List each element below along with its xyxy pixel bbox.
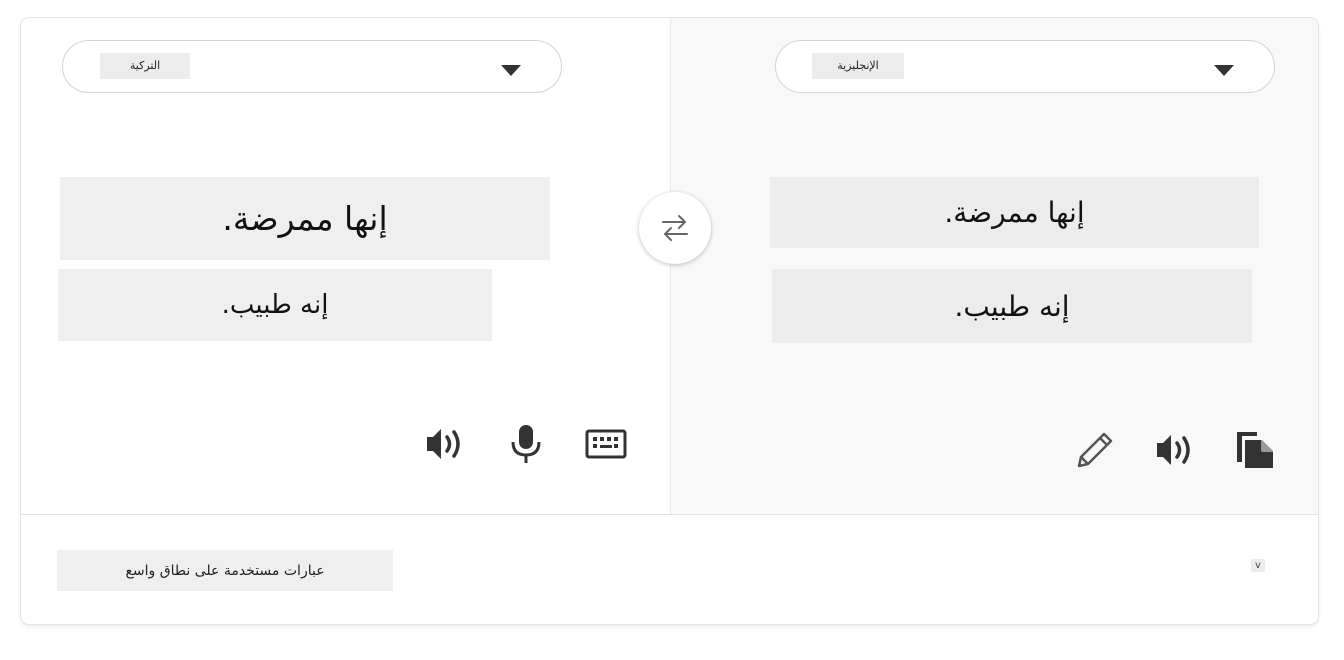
- keyboard-button[interactable]: [584, 422, 628, 466]
- target-text-line-2: إنه طبيب.: [772, 269, 1252, 343]
- swap-languages-button[interactable]: [639, 192, 711, 264]
- copy-button[interactable]: [1233, 428, 1277, 472]
- target-speaker-button[interactable]: [1153, 428, 1197, 472]
- chevron-down-icon: [1214, 65, 1234, 76]
- pencil-icon: [1077, 432, 1113, 468]
- expand-label: v: [1251, 558, 1265, 572]
- expand-footer-button[interactable]: v: [1243, 555, 1273, 575]
- microphone-button[interactable]: [504, 422, 548, 466]
- source-language-label: التركية: [100, 53, 190, 79]
- speaker-icon: [427, 429, 460, 459]
- swap-arrows-icon: [662, 215, 688, 241]
- microphone-icon: [511, 425, 541, 463]
- chevron-down-icon: [501, 65, 521, 76]
- translator-card: التركية إنها ممرضة. إنه طبيب. الإنجليزية…: [21, 18, 1318, 624]
- target-text-line-1: إنها ممرضة.: [770, 177, 1259, 248]
- footer-divider: [21, 514, 1318, 515]
- target-language-select[interactable]: الإنجليزية: [775, 40, 1275, 93]
- common-phrases-link[interactable]: عبارات مستخدمة على نطاق واسع: [57, 550, 393, 591]
- copy-icon: [1237, 432, 1273, 468]
- speaker-icon: [1157, 435, 1190, 465]
- keyboard-icon: [585, 429, 627, 459]
- source-text-line-1[interactable]: إنها ممرضة.: [60, 177, 550, 260]
- source-pane: التركية إنها ممرضة. إنه طبيب.: [21, 18, 670, 514]
- target-pane: الإنجليزية إنها ممرضة. إنه طبيب.: [670, 18, 1318, 514]
- source-speaker-button[interactable]: [423, 422, 467, 466]
- source-text-line-2[interactable]: إنه طبيب.: [58, 269, 492, 341]
- edit-translation-button[interactable]: [1073, 428, 1117, 472]
- target-language-label: الإنجليزية: [812, 53, 904, 79]
- source-language-select[interactable]: التركية: [62, 40, 562, 93]
